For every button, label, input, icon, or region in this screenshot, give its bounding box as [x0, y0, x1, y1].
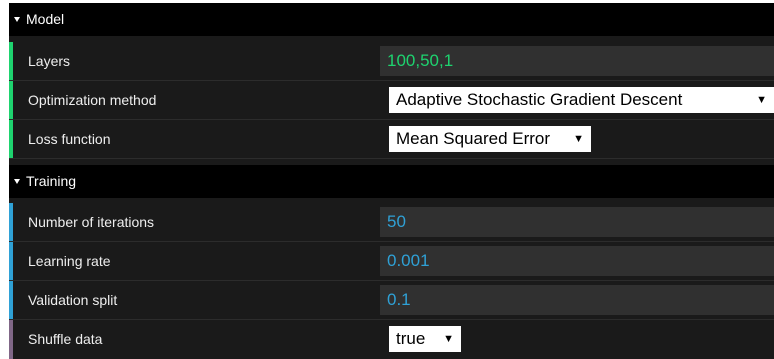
dropdown-arrow-icon: ▼: [443, 333, 454, 345]
folder-training-title: Training: [26, 173, 77, 189]
row-validation-split: Validation split 0.1: [9, 281, 774, 320]
validation-split-label: Validation split: [28, 292, 118, 308]
row-stripe: [9, 281, 13, 319]
row-stripe: [9, 120, 13, 158]
caret-down-icon: [14, 179, 20, 184]
loss-function-select[interactable]: Mean Squared Error ▼: [389, 126, 591, 152]
folder-model-title: Model: [26, 11, 65, 27]
row-loss-function: Loss function Mean Squared Error ▼: [9, 120, 774, 159]
iterations-input[interactable]: 50: [380, 207, 774, 237]
iterations-label: Number of iterations: [28, 214, 155, 230]
dropdown-arrow-icon: ▼: [756, 94, 767, 106]
layers-input[interactable]: 100,50,1: [380, 46, 774, 76]
row-stripe: [9, 320, 13, 359]
shuffle-data-label: Shuffle data: [28, 331, 103, 347]
loss-function-label: Loss function: [28, 131, 111, 147]
layers-label: Layers: [28, 53, 71, 69]
learning-rate-label: Learning rate: [28, 253, 111, 269]
optimization-method-label: Optimization method: [28, 92, 157, 108]
learning-rate-input[interactable]: 0.001: [380, 246, 774, 276]
row-learning-rate: Learning rate 0.001: [9, 242, 774, 281]
row-stripe: [9, 81, 13, 119]
row-stripe: [9, 42, 13, 80]
validation-split-input[interactable]: 0.1: [380, 285, 774, 315]
row-number-of-iterations: Number of iterations 50: [9, 203, 774, 242]
shuffle-data-value: true: [396, 329, 426, 348]
shuffle-data-select[interactable]: true ▼: [389, 326, 461, 352]
row-layers: Layers 100,50,1: [9, 42, 774, 81]
folder-model-header[interactable]: Model: [9, 3, 774, 36]
optimization-method-select[interactable]: Adaptive Stochastic Gradient Descent ▼: [389, 87, 774, 113]
row-optimization-method: Optimization method Adaptive Stochastic …: [9, 81, 774, 120]
loss-function-value: Mean Squared Error: [396, 129, 551, 148]
controls-panel: Model Layers 100,50,1 Optimization metho…: [9, 3, 774, 359]
dropdown-arrow-icon: ▼: [573, 133, 584, 145]
folder-training-header[interactable]: Training: [9, 165, 774, 198]
row-stripe: [9, 203, 13, 241]
caret-down-icon: [14, 17, 20, 22]
row-shuffle-data: Shuffle data true ▼: [9, 320, 774, 359]
row-stripe: [9, 242, 13, 280]
optimization-method-value: Adaptive Stochastic Gradient Descent: [396, 90, 683, 109]
